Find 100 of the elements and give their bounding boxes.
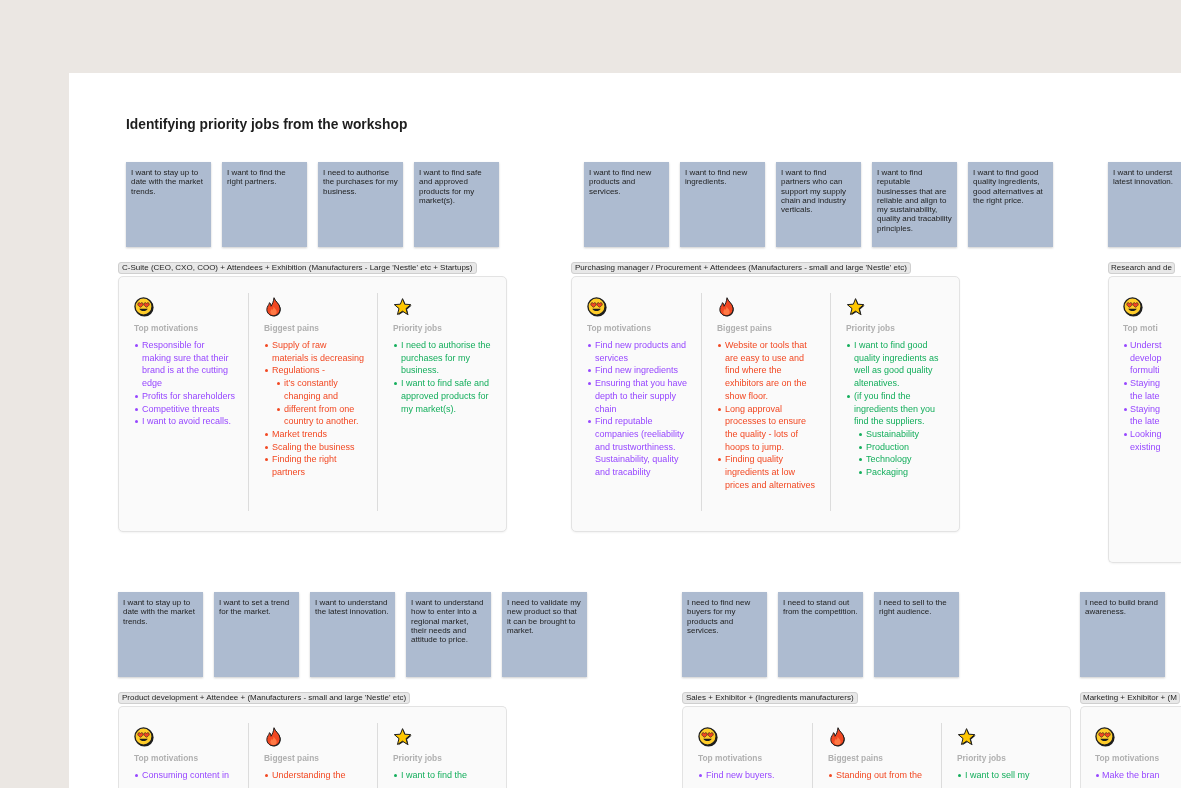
- motivation-item: Responsible for making sure that their brand is at the cutting edge: [142, 339, 230, 390]
- column-heading: Priority jobs: [393, 323, 443, 333]
- star-icon: [393, 297, 413, 317]
- pain-item: Website or tools that are easy to use and find where the exhibitors are on the show floor.: [725, 339, 808, 403]
- column-heading: Biggest pains: [717, 323, 773, 333]
- heart-eyes-face-icon: [134, 727, 154, 747]
- persona-tag: Purchasing manager / Procurement + Attendees (Manufacturers - small and large 'Nestle' etc): [571, 262, 911, 274]
- bullet-icon: [135, 394, 138, 398]
- bullet-icon: [394, 382, 397, 386]
- pain-item: Market trends: [272, 427, 328, 441]
- motivation-item: Underst develop formulti: [1130, 339, 1162, 378]
- pain-item: Standing out from the: [836, 769, 923, 782]
- motivation-item: Profits for shareholders: [142, 389, 236, 403]
- bullet-icon: [277, 382, 280, 386]
- persona-tag: Research and de: [1108, 262, 1175, 274]
- bullet-icon: [265, 458, 268, 462]
- sticky-note: I need to validate my new product so that it can be brought to market.: [502, 592, 587, 677]
- bullet-icon: [847, 394, 850, 398]
- sticky-note: I want to find partners who can support my supply chain and industry verticals.: [776, 162, 861, 247]
- motivation-item: Find new products and services: [595, 339, 688, 365]
- job-item: I need to authorise the purchases for my business.: [401, 339, 492, 378]
- persona-tag: C-Suite (CEO, CXO, COO) + Attendees + Exhibition (Manufacturers - Large 'Nestle' etc + Startups): [118, 262, 477, 274]
- pain-item: different from one country to another.: [284, 402, 360, 428]
- flame-icon: [717, 297, 737, 317]
- bullet-icon: [588, 369, 591, 373]
- bullet-icon: [1096, 774, 1099, 777]
- heart-eyes-face-icon: [134, 297, 154, 317]
- heart-eyes-face-icon: [698, 727, 718, 747]
- column-heading: Priority jobs: [957, 753, 1007, 763]
- motivation-item: Staying the late: [1130, 377, 1161, 403]
- bullet-icon: [1124, 382, 1127, 386]
- motivation-item: Make the bran: [1102, 769, 1160, 782]
- job-item: I want to find the: [401, 769, 468, 782]
- bullet-icon: [699, 774, 702, 777]
- motivation-item: Ensuring that you have depth to their supply chain: [595, 377, 689, 416]
- bullet-icon: [859, 458, 862, 462]
- persona-tag: Product development + Attendee + (Manufacturers - small and large 'Nestle' etc): [118, 692, 411, 704]
- bullet-icon: [265, 432, 268, 436]
- pain-item: Regulations -: [272, 364, 327, 378]
- sticky-note: I want to stay up to date with the market trends.: [118, 592, 203, 677]
- pain-item: Finding the right partners: [272, 453, 338, 479]
- sticky-note: I want to find safe and approved products for my market(s).: [414, 162, 499, 247]
- column-heading: Top motivations: [134, 753, 200, 763]
- motivation-item: I want to avoid recalls.: [142, 415, 232, 428]
- sticky-note: I need to authorise the purchases for my business.: [318, 162, 403, 247]
- motivation-item: Consuming content in: [142, 769, 230, 782]
- bullet-icon: [135, 344, 138, 347]
- bullet-icon: [265, 774, 268, 777]
- pain-item: Long approval processes to ensure the quality - lots of hoops to jump.: [725, 402, 808, 454]
- flame-icon: [264, 297, 284, 317]
- column-heading: Biggest pains: [264, 753, 320, 763]
- sticky-note: I need to find new buyers for my products and services.: [682, 592, 767, 677]
- bullet-icon: [718, 458, 721, 462]
- job-item: I want to find safe and approved products for my market(s).: [401, 377, 491, 416]
- sticky-note: I want to stay up to date with the market trends.: [126, 162, 211, 247]
- job-item: Sustainability: [866, 427, 920, 441]
- motivation-item: Looking existing: [1130, 427, 1162, 454]
- column-heading: Top motivations: [1095, 753, 1161, 763]
- job-item: Packaging: [866, 466, 909, 479]
- star-icon: [957, 727, 977, 747]
- bullet-icon: [277, 407, 280, 411]
- star-icon: [393, 727, 413, 747]
- bullet-icon: [265, 369, 268, 373]
- heart-eyes-face-icon: [1095, 727, 1115, 747]
- sticky-note: I want to set a trend for the market.: [214, 592, 299, 677]
- bullet-icon: [859, 445, 862, 449]
- bullet-icon: [265, 445, 268, 449]
- bullet-icon: [265, 344, 268, 347]
- bullet-icon: [958, 774, 961, 777]
- sticky-note: I want to find reputable businesses that are reliable and align to my sustainability, quality and tracability principles.: [872, 162, 957, 247]
- sticky-note: I need to stand out from the competition.: [778, 592, 863, 677]
- bullet-icon: [394, 344, 397, 347]
- pain-item: Finding quality ingredients at low prices and alternatives: [725, 453, 817, 492]
- column-heading: Priority jobs: [393, 753, 443, 763]
- bullet-icon: [135, 774, 138, 777]
- sticky-note: I want to understand how to enter into a regional market, their needs and attitude to price.: [406, 592, 491, 677]
- job-item: Production: [866, 440, 910, 454]
- column-heading: Biggest pains: [264, 323, 320, 333]
- bullet-icon: [829, 774, 832, 777]
- sticky-note: I want to find the right partners.: [222, 162, 307, 247]
- star-icon: [846, 297, 866, 317]
- bullet-icon: [1124, 432, 1127, 436]
- column-heading: Top motivations: [134, 323, 200, 333]
- pain-item: Understanding the: [272, 769, 346, 782]
- bullet-icon: [588, 420, 591, 424]
- motivation-item: Find new ingredients: [595, 364, 679, 378]
- board-title: Identifying priority jobs from the workshop: [126, 118, 408, 131]
- flame-icon: [264, 727, 284, 747]
- column-heading: Top moti: [1123, 323, 1159, 333]
- flame-icon: [828, 727, 848, 747]
- job-item: Technology: [866, 453, 912, 467]
- bullet-icon: [588, 344, 591, 347]
- bullet-icon: [394, 774, 397, 777]
- motivation-item: Staying the late: [1130, 402, 1161, 428]
- job-item: I want to find good quality ingredients as well as good quality altenatives.: [854, 339, 940, 390]
- column-heading: Top motivations: [587, 323, 653, 333]
- job-item: (if you find the ingredients then you find the suppliers.: [854, 389, 937, 428]
- sticky-note: I want to understand the latest innovation.: [310, 592, 395, 677]
- pain-item: Supply of raw materials is decreasing: [272, 339, 365, 365]
- motivation-item: Find new buyers.: [706, 769, 775, 782]
